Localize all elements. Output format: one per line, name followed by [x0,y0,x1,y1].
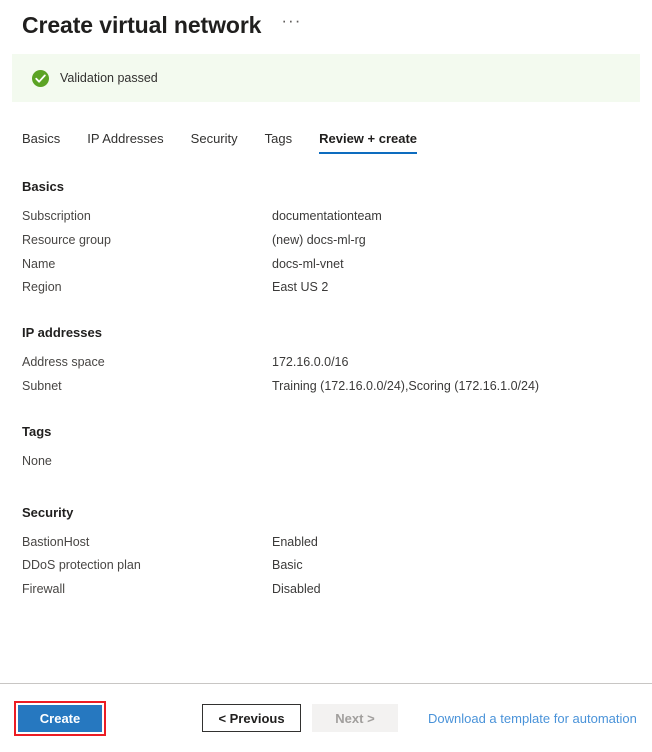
row-value: docs-ml-vnet [272,256,344,271]
section-title-security: Security [22,504,74,520]
summary-row: Region East US 2 [22,276,630,300]
row-value: East US 2 [272,280,329,295]
row-value: documentationteam [272,209,382,223]
summary-row: Firewall Disabled [22,578,630,602]
row-value: (new) docs-ml-rg [272,232,366,247]
previous-button[interactable]: < Previous [202,704,301,732]
row-value: Training (172.16.0.0/24),Scoring (172.16… [272,378,540,393]
page-header: Create virtual network ··· [0,0,652,38]
wizard-tab-bar: Basics IP Addresses Security Tags Review… [22,124,652,154]
summary-row: DDoS protection plan Basic [22,554,630,578]
row-label: Firewall [22,582,66,597]
more-actions-icon[interactable]: ··· [281,12,301,34]
row-value: Basic [272,558,303,573]
tab-security[interactable]: Security [191,131,238,154]
row-label: DDoS protection plan [22,558,141,573]
row-label: Address space [22,355,105,370]
validation-message: Validation passed [60,71,158,85]
row-label: BastionHost [22,534,90,549]
row-label: Resource group [22,232,111,247]
create-button[interactable]: Create [18,704,102,732]
section-ip-addresses: IP addresses Address space 172.16.0.0/16… [22,325,630,399]
row-value: 172.16.0.0/16 [272,355,349,370]
summary-row: Subscription documentationteam [22,205,630,229]
page-title: Create virtual network [22,12,262,38]
review-content: Basics Subscription documentationteam Re… [0,179,652,602]
row-label: Subnet [22,378,62,393]
validation-banner: Validation passed [12,54,640,102]
row-value: Disabled [272,582,321,597]
section-title-ip-addresses: IP addresses [22,325,102,341]
summary-row: Subnet Training (172.16.0.0/24),Scoring … [22,375,630,399]
section-title-basics: Basics [22,179,64,194]
row-label: Name [22,256,56,271]
create-button-highlight: Create [14,700,106,736]
next-button: Next > [312,704,398,732]
summary-row: BastionHost Enabled [22,531,630,555]
summary-row: Name docs-ml-vnet [22,253,630,277]
tab-basics[interactable]: Basics [22,131,60,154]
tab-ip-addresses[interactable]: IP Addresses [87,131,163,154]
section-tags: Tags None [22,424,630,474]
section-basics: Basics Subscription documentationteam Re… [22,179,630,300]
row-value: Enabled [272,534,318,549]
section-title-tags: Tags [22,423,52,439]
summary-row: Address space 172.16.0.0/16 [22,351,630,375]
wizard-footer: Create < Previous Next > Download a temp… [0,684,652,752]
tab-tags[interactable]: Tags [265,131,292,154]
section-security: Security BastionHost Enabled DDoS protec… [22,505,630,602]
tab-review-create[interactable]: Review + create [319,131,417,154]
download-template-link[interactable]: Download a template for automation [428,711,637,726]
summary-row: Resource group (new) docs-ml-rg [22,229,630,253]
check-circle-icon [32,69,49,87]
tags-empty-text: None [22,453,52,468]
row-label: Subscription [22,209,91,223]
row-label: Region [22,280,62,295]
